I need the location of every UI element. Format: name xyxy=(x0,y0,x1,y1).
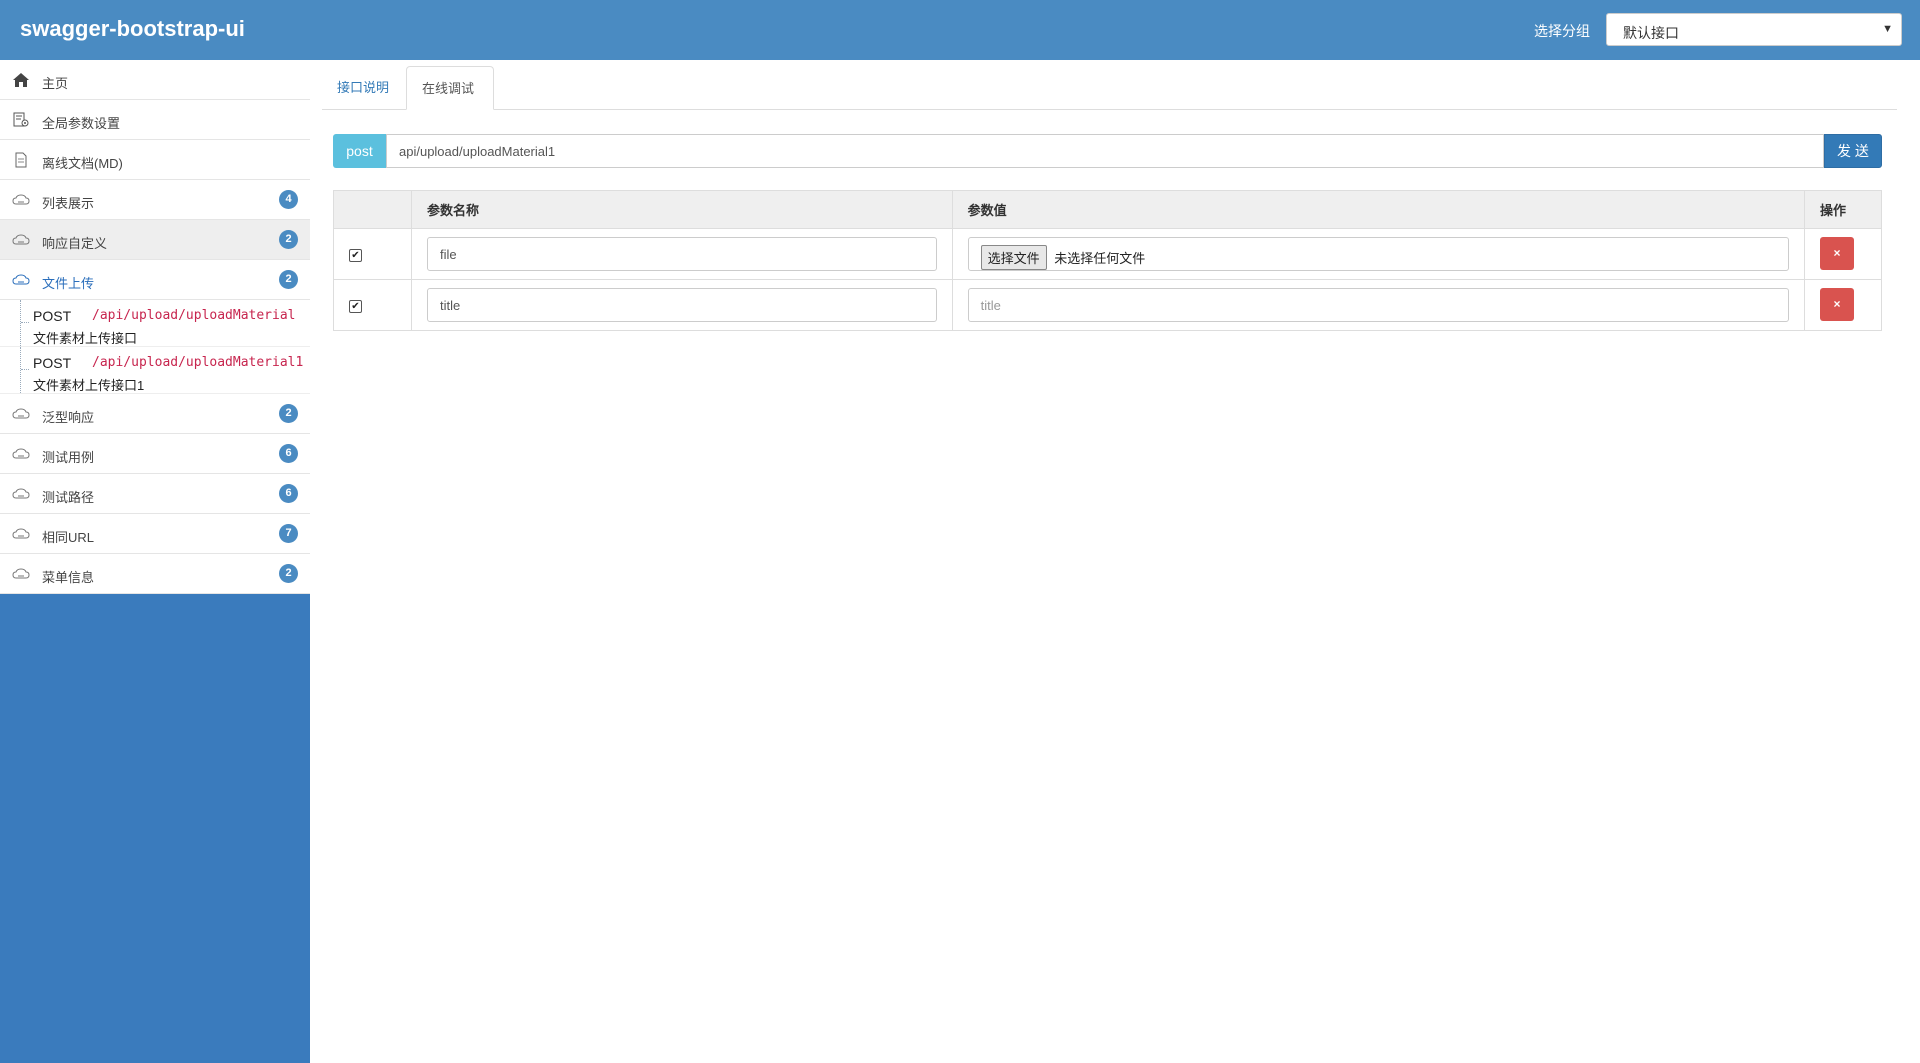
brand-title[interactable]: swagger-bootstrap-ui xyxy=(20,16,245,42)
sidebar-item-same-url[interactable]: 相同URL 7 xyxy=(0,514,310,554)
send-button[interactable]: 发 送 xyxy=(1824,134,1882,168)
sidebar: 主页 全局参数设置 离线文档(MD) 列表展示 4 响应自定义 2 文件上传 2… xyxy=(0,60,310,1063)
params-table: 参数名称 参数值 操作 ✔ file 选择文件 未选择任何文件 × ✔ titl… xyxy=(333,190,1882,331)
close-icon: × xyxy=(1833,297,1841,311)
cloud-icon xyxy=(12,528,30,539)
sidebar-item-generic-response[interactable]: 泛型响应 2 xyxy=(0,394,310,434)
settings-doc-icon xyxy=(13,112,29,127)
param-checkbox[interactable]: ✔ xyxy=(349,300,362,313)
count-badge: 2 xyxy=(279,564,298,583)
sidebar-item-label: 响应自定义 xyxy=(42,236,108,251)
delete-param-button[interactable]: × xyxy=(1820,288,1855,321)
value-cell: 选择文件 未选择任何文件 xyxy=(951,228,1806,280)
count-badge: 6 xyxy=(279,444,298,463)
table-row: ✔ file 选择文件 未选择任何文件 × xyxy=(333,228,1882,280)
sidebar-item-label: 测试路径 xyxy=(42,490,95,505)
name-cell: file xyxy=(410,228,953,280)
sidebar-item-label: 列表展示 xyxy=(42,196,95,211)
sidebar-item-label: 菜单信息 xyxy=(42,570,95,585)
api-path: /api/upload/uploadMaterial1 xyxy=(92,355,304,370)
param-file-input: 选择文件 未选择任何文件 xyxy=(967,237,1790,271)
sidebar-item-list-display[interactable]: 列表展示 4 xyxy=(0,180,310,220)
sidebar-menu: 主页 全局参数设置 离线文档(MD) 列表展示 4 响应自定义 2 文件上传 2… xyxy=(0,60,310,594)
home-icon xyxy=(13,73,29,87)
sidebar-item-label: 文件上传 xyxy=(42,276,95,291)
sidebar-item-home[interactable]: 主页 xyxy=(0,60,310,100)
count-badge: 2 xyxy=(279,230,298,249)
sidebar-item-label: 主页 xyxy=(42,76,69,91)
chevron-down-icon: ▼ xyxy=(1882,23,1893,35)
sidebar-item-label: 泛型响应 xyxy=(42,410,95,425)
sidebar-item-file-upload[interactable]: 文件上传 2 xyxy=(0,260,310,300)
param-name-input[interactable]: file xyxy=(426,237,937,271)
column-header-action: 操作 xyxy=(1804,190,1882,229)
cloud-icon xyxy=(12,234,30,245)
delete-param-button[interactable]: × xyxy=(1820,237,1855,270)
tree-line xyxy=(20,300,29,346)
tab-online-debug[interactable]: 在线调试 xyxy=(406,66,494,110)
count-badge: 2 xyxy=(279,270,298,289)
count-badge: 6 xyxy=(279,484,298,503)
http-method: POST xyxy=(33,308,72,324)
no-file-text: 未选择任何文件 xyxy=(1054,251,1146,266)
tree-line xyxy=(20,347,29,393)
sidebar-item-label: 测试用例 xyxy=(42,450,95,465)
table-row: ✔ title title × xyxy=(333,279,1882,331)
sidebar-item-custom-response[interactable]: 响应自定义 2 xyxy=(0,220,310,260)
column-header-select xyxy=(333,190,412,229)
cloud-icon xyxy=(12,194,30,205)
group-select-label: 选择分组 xyxy=(1534,23,1590,39)
param-value-input[interactable]: title xyxy=(967,288,1790,322)
request-url-input[interactable]: api/upload/uploadMaterial1 xyxy=(386,134,1824,168)
count-badge: 4 xyxy=(279,190,298,209)
value-cell: title xyxy=(951,279,1806,331)
count-badge: 7 xyxy=(279,524,298,543)
http-method-label: post xyxy=(333,134,386,168)
sidebar-item-label: 离线文档(MD) xyxy=(42,156,123,171)
param-checkbox[interactable]: ✔ xyxy=(349,249,362,262)
http-method: POST xyxy=(33,355,72,371)
select-cell: ✔ xyxy=(333,228,412,280)
cloud-icon xyxy=(12,448,30,459)
group-select-value: 默认接口 xyxy=(1623,25,1679,41)
cloud-icon xyxy=(12,408,30,419)
api-description: 文件素材上传接口1 xyxy=(33,378,145,393)
document-icon xyxy=(15,152,27,168)
table-header-row: 参数名称 参数值 操作 xyxy=(333,190,1882,229)
close-icon: × xyxy=(1833,246,1841,260)
sidebar-item-global-params[interactable]: 全局参数设置 xyxy=(0,100,310,140)
select-cell: ✔ xyxy=(333,279,412,331)
top-navbar: swagger-bootstrap-ui 选择分组 默认接口 ▼ xyxy=(0,0,1920,60)
api-description: 文件素材上传接口 xyxy=(33,331,138,346)
api-path: /api/upload/uploadMaterial xyxy=(92,308,296,323)
column-header-value: 参数值 xyxy=(951,190,1806,229)
choose-file-button[interactable]: 选择文件 xyxy=(980,245,1047,270)
tab-api-description[interactable]: 接口说明 xyxy=(322,66,404,109)
sidebar-item-menu-info[interactable]: 菜单信息 2 xyxy=(0,554,310,594)
name-cell: title xyxy=(410,279,953,331)
cloud-icon xyxy=(12,568,30,579)
cloud-icon xyxy=(12,274,30,285)
sidebar-item-test-cases[interactable]: 测试用例 6 xyxy=(0,434,310,474)
sidebar-item-offline-doc[interactable]: 离线文档(MD) xyxy=(0,140,310,180)
content-tabs: 接口说明 在线调试 xyxy=(322,66,1897,110)
param-name-input[interactable]: title xyxy=(426,288,937,322)
sidebar-item-label: 全局参数设置 xyxy=(42,116,121,131)
sidebar-item-label: 相同URL xyxy=(42,530,95,545)
column-header-name: 参数名称 xyxy=(410,190,953,229)
count-badge: 2 xyxy=(279,404,298,423)
action-cell: × xyxy=(1804,279,1882,331)
cloud-icon xyxy=(12,488,30,499)
request-url-bar: post api/upload/uploadMaterial1 发 送 xyxy=(333,134,1882,168)
sidebar-subitem-upload-material[interactable]: POST /api/upload/uploadMaterial 文件素材上传接口 xyxy=(0,300,310,347)
sidebar-item-test-paths[interactable]: 测试路径 6 xyxy=(0,474,310,514)
action-cell: × xyxy=(1804,228,1882,280)
sidebar-subitem-upload-material1[interactable]: POST /api/upload/uploadMaterial1 文件素材上传接… xyxy=(0,347,310,394)
group-select[interactable]: 默认接口 ▼ xyxy=(1606,13,1902,46)
